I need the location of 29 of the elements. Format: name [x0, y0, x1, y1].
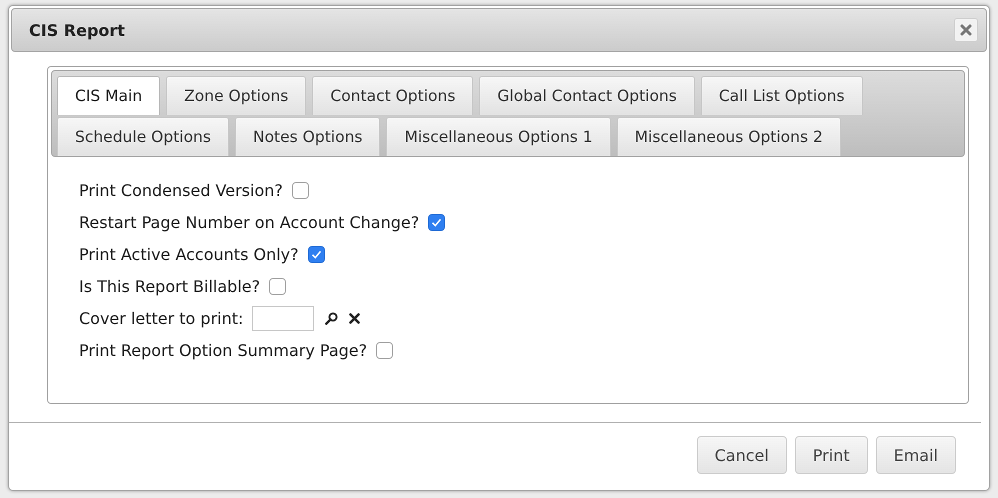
tab[interactable]: Global Contact Options — [479, 76, 695, 115]
checkbox[interactable] — [376, 342, 394, 358]
tab[interactable]: Call List Options — [700, 76, 863, 115]
option-label: Print Condensed Version? — [79, 180, 283, 200]
tab[interactable]: Zone Options — [166, 76, 306, 115]
footer-button[interactable]: Print — [794, 436, 868, 474]
option-label: Print Report Option Summary Page? — [79, 340, 368, 360]
search-icon[interactable] — [325, 312, 338, 324]
close-button[interactable] — [954, 18, 978, 42]
tab[interactable]: Schedule Options — [57, 117, 229, 156]
clear-icon[interactable] — [349, 312, 360, 324]
option-label: Print Active Accounts Only? — [79, 244, 299, 264]
option-label: Restart Page Number on Account Change? — [79, 212, 420, 232]
tab[interactable]: Miscellaneous Options 1 — [386, 117, 611, 156]
tab[interactable]: Notes Options — [234, 117, 380, 156]
tab[interactable]: Miscellaneous Options 2 — [616, 117, 841, 156]
footer-button[interactable]: Cancel — [696, 436, 787, 474]
checkbox[interactable] — [269, 278, 286, 294]
footer-button[interactable]: Email — [876, 436, 956, 474]
option-label: Cover letter to print: — [79, 308, 244, 328]
checkbox[interactable] — [428, 214, 446, 230]
tab[interactable]: Contact Options — [312, 76, 474, 115]
tab[interactable]: CIS Main — [57, 76, 160, 115]
checkbox[interactable] — [308, 246, 325, 262]
close-icon — [960, 24, 972, 36]
checkbox[interactable] — [292, 182, 309, 198]
option-label: Is This Report Billable? — [79, 276, 260, 296]
input-field[interactable] — [252, 306, 314, 330]
window-title: CIS Report — [29, 20, 125, 40]
